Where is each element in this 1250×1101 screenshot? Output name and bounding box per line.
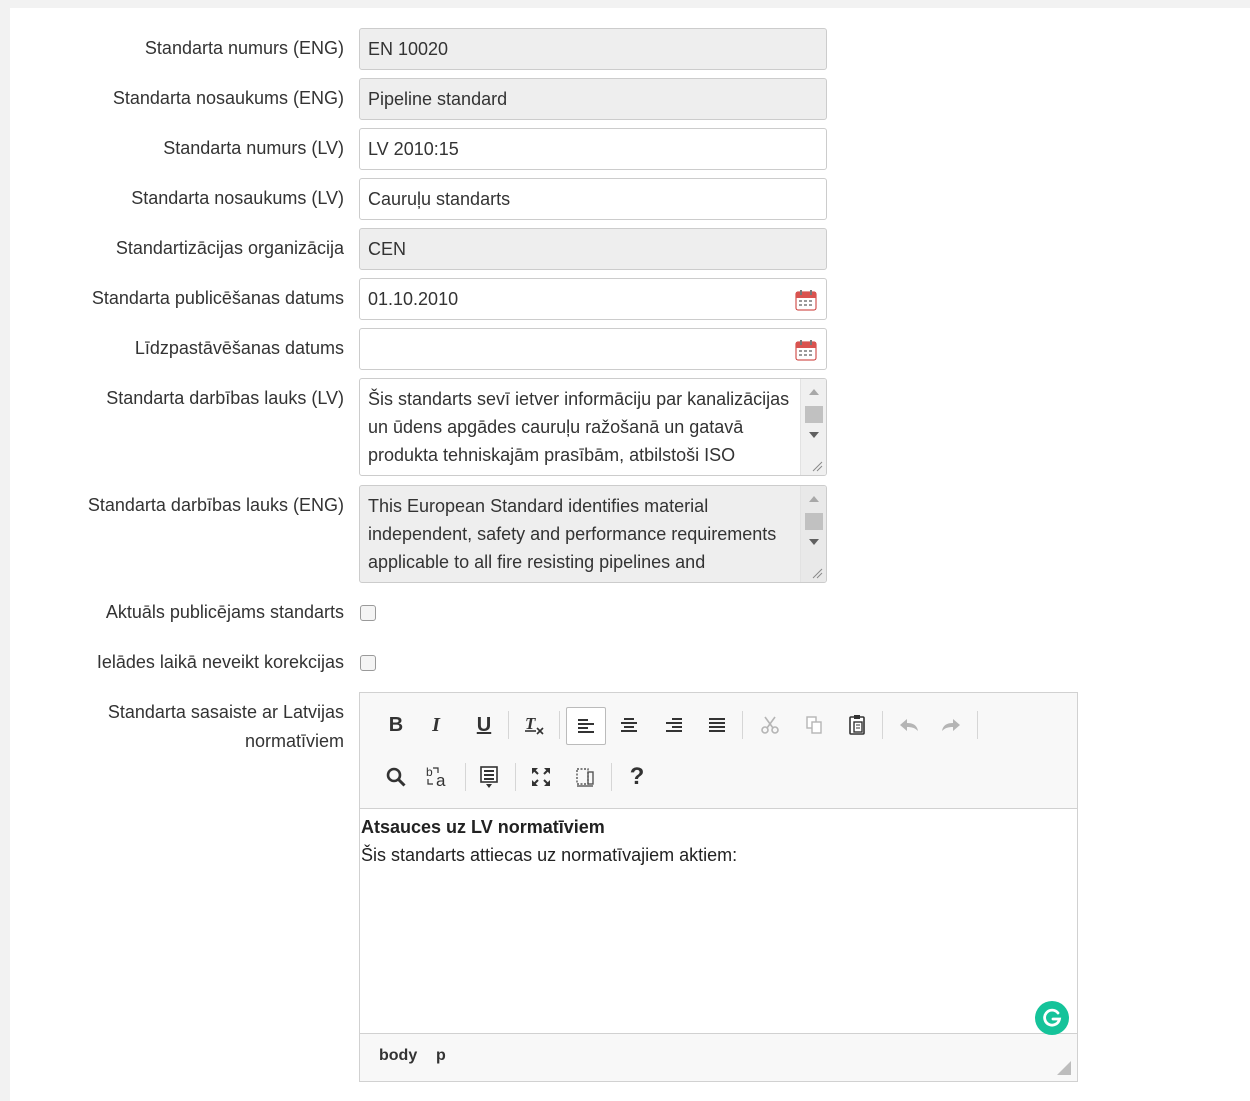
search-icon (386, 767, 406, 787)
paste-icon (849, 715, 865, 735)
label-current-publishable: Aktuāls publicējams standarts (105, 602, 344, 622)
editor-content[interactable]: Atsauces uz LV normatīviem Šis standarts… (360, 809, 1077, 1035)
svg-text:a: a (436, 771, 446, 789)
calendar-icon[interactable] (795, 339, 817, 361)
no-corrections-checkbox[interactable] (360, 655, 376, 671)
scope-lv-textarea[interactable]: Šis standarts sevī ietver informāciju pa… (359, 378, 827, 476)
editor-path-bar: body p (360, 1033, 1077, 1081)
undo-icon (900, 719, 918, 731)
copy-button[interactable] (796, 707, 832, 743)
remove-format-button[interactable]: T (516, 707, 552, 743)
bold-button[interactable]: B (378, 707, 414, 743)
align-left-button[interactable] (566, 707, 606, 745)
standard-number-lv-field[interactable]: LV 2010:15 (359, 128, 827, 170)
resize-grip-icon[interactable] (812, 461, 823, 472)
editor-paragraph: Šis standarts attiecas uz normatīvajiem … (361, 845, 738, 865)
coexistence-date-field[interactable] (359, 328, 827, 370)
toolbar-separator (508, 711, 509, 739)
editor-toolbar: B I U T b a ? (360, 693, 1077, 809)
template-icon (480, 766, 498, 788)
cut-button[interactable] (752, 707, 788, 743)
redo-button[interactable] (933, 707, 969, 743)
editor-heading: Atsauces uz LV normatīviem (361, 817, 605, 837)
help-button[interactable]: ? (619, 759, 655, 795)
align-right-button[interactable] (656, 707, 692, 743)
toolbar-separator (611, 763, 612, 791)
publication-date-field[interactable]: 01.10.2010 (359, 278, 827, 320)
label-coexistence-date: Līdzpastāvēšanas datums (134, 338, 344, 358)
path-body[interactable]: body (379, 1047, 417, 1065)
undo-button[interactable] (891, 707, 927, 743)
justify-button[interactable] (699, 707, 735, 743)
clear-format-icon: T (525, 714, 544, 735)
scroll-thumb[interactable] (805, 406, 823, 423)
label-no-corrections: Ielādes laikā neveikt korekcijas (96, 652, 344, 672)
underline-button[interactable]: U (466, 707, 502, 743)
scroll-up-arrow-icon[interactable] (809, 496, 819, 502)
scroll-up-arrow-icon[interactable] (809, 389, 819, 395)
scope-eng-textarea[interactable]: This European Standard identifies materi… (359, 485, 827, 583)
toolbar-separator (559, 711, 560, 739)
standard-number-eng-field[interactable]: EN 10020 (359, 28, 827, 70)
scope-eng-text: This European Standard identifies materi… (368, 496, 777, 582)
scissors-icon (761, 716, 779, 734)
replace-button[interactable]: b a (420, 759, 456, 795)
maximize-button[interactable] (523, 759, 559, 795)
label-latvian-regulations: Standarta sasaiste ar Latvijas normatīvi… (107, 702, 344, 751)
toolbar-separator (742, 711, 743, 739)
redo-icon (942, 719, 960, 731)
rich-text-editor: B I U T b a ? Atsauces uz LV normatīviem… (359, 692, 1078, 1082)
standardization-org-field[interactable]: CEN (359, 228, 827, 270)
italic-button[interactable]: I (418, 707, 454, 743)
align-right-icon (666, 718, 682, 732)
label-scope-eng: Standarta darbības lauks (ENG) (87, 495, 344, 515)
show-blocks-button[interactable] (567, 759, 603, 795)
label-publication-date: Standarta publicēšanas datums (91, 288, 344, 308)
show-blocks-icon (576, 768, 594, 787)
grammarly-icon[interactable] (1035, 1001, 1069, 1035)
svg-text:b: b (426, 765, 433, 779)
toolbar-separator (515, 763, 516, 791)
paste-button[interactable] (839, 707, 875, 743)
align-center-button[interactable] (611, 707, 647, 743)
align-left-icon (578, 719, 594, 733)
label-standard-name-eng: Standarta nosaukums (ENG) (112, 88, 344, 108)
standard-name-eng-field[interactable]: Pipeline standard (359, 78, 827, 120)
scroll-down-arrow-icon[interactable] (809, 432, 819, 438)
label-standard-number-eng: Standarta numurs (ENG) (144, 38, 344, 58)
grammarly-g-icon (1043, 1008, 1062, 1027)
svg-text:T: T (525, 714, 536, 733)
calendar-icon[interactable] (795, 289, 817, 311)
scroll-down-arrow-icon[interactable] (809, 539, 819, 545)
label-scope-lv: Standarta darbības lauks (LV) (106, 388, 344, 408)
templates-button[interactable] (471, 759, 507, 795)
resize-grip-icon[interactable] (1057, 1061, 1071, 1075)
label-standard-name-lv: Standarta nosaukums (LV) (131, 188, 344, 208)
path-p[interactable]: p (436, 1047, 446, 1065)
label-standardization-org: Standartizācijas organizācija (115, 238, 344, 258)
align-center-icon (621, 718, 637, 732)
toolbar-separator (977, 711, 978, 739)
find-replace-icon: b a (426, 765, 446, 789)
standard-name-lv-field[interactable]: Cauruļu standarts (359, 178, 827, 220)
align-justify-icon (709, 718, 725, 732)
toolbar-separator (465, 763, 466, 791)
publication-date-value: 01.10.2010 (368, 289, 459, 309)
label-standard-number-lv: Standarta numurs (LV) (163, 138, 344, 158)
resize-grip-icon[interactable] (812, 568, 823, 579)
toolbar-separator (882, 711, 883, 739)
copy-icon (806, 716, 822, 734)
maximize-icon (532, 768, 550, 786)
scroll-thumb[interactable] (805, 513, 823, 530)
scope-lv-text: Šis standarts sevī ietver informāciju pa… (368, 389, 790, 475)
current-publishable-checkbox[interactable] (360, 605, 376, 621)
find-button[interactable] (378, 759, 414, 795)
